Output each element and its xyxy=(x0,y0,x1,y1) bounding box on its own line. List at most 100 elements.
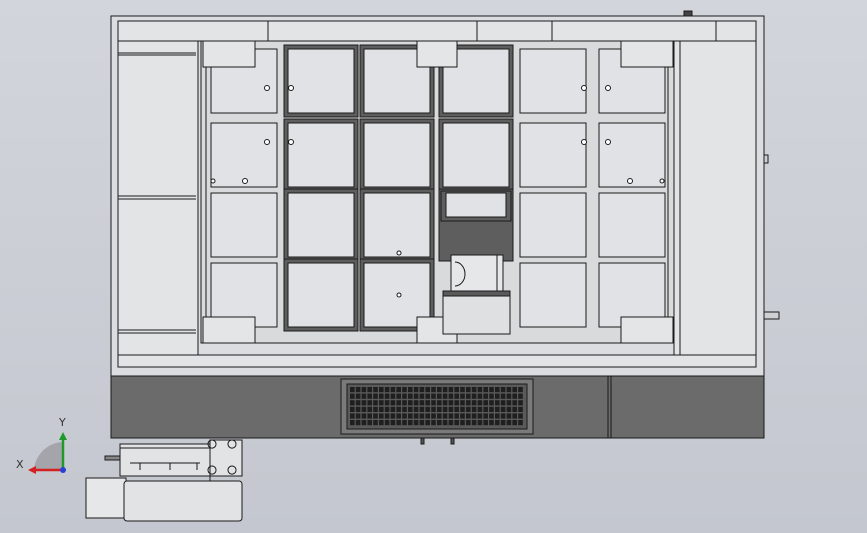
pocket xyxy=(442,122,510,188)
hole xyxy=(627,178,633,184)
grille-slot xyxy=(390,420,396,426)
grille-slot xyxy=(460,413,465,419)
center-module xyxy=(442,254,511,335)
grille-slot xyxy=(460,406,465,412)
grille-slot xyxy=(425,420,430,426)
grille-slot xyxy=(413,413,419,419)
grille-slot xyxy=(350,420,355,426)
grille-slot xyxy=(466,413,471,419)
grille-slot xyxy=(460,420,465,426)
hole xyxy=(396,250,402,256)
grille-slot xyxy=(495,420,500,426)
grille-slot xyxy=(471,400,477,406)
y-axis-label: Y xyxy=(58,416,66,429)
cad-viewport[interactable]: X Y xyxy=(0,0,867,533)
grille-slot xyxy=(350,393,355,399)
grille-slot xyxy=(437,413,442,419)
pocket xyxy=(363,122,431,188)
left-side-channel xyxy=(117,40,199,356)
grille-slot xyxy=(425,413,430,419)
grille-slot xyxy=(379,400,384,406)
grille-slot xyxy=(355,406,361,412)
grille-slot xyxy=(425,393,430,399)
grille-slot xyxy=(431,406,436,412)
grille-slot xyxy=(379,413,384,419)
grille-slot xyxy=(408,413,413,419)
grille-slot xyxy=(367,420,372,426)
grille-slot xyxy=(512,400,517,406)
grille-slot xyxy=(460,393,465,399)
grille-slot xyxy=(448,387,454,393)
grille-slot xyxy=(460,387,465,393)
grille-slot xyxy=(396,393,401,399)
grille-slot xyxy=(402,387,407,393)
hole xyxy=(605,139,611,145)
grille-slot xyxy=(477,393,483,399)
grille-slot xyxy=(355,420,361,426)
triad-shadow xyxy=(34,441,64,470)
clamp-tab xyxy=(202,40,256,68)
grille-slot xyxy=(471,393,477,399)
pocket xyxy=(210,122,278,188)
grille-slot xyxy=(518,406,523,412)
grille-slot xyxy=(402,413,407,419)
grille-slot xyxy=(500,420,506,426)
grille-slot xyxy=(384,406,390,412)
grille-slot xyxy=(373,393,378,399)
grille-slot xyxy=(471,413,477,419)
grille-slot xyxy=(361,413,367,419)
grille-slot xyxy=(379,406,384,412)
pocket xyxy=(287,192,355,258)
grille-slot xyxy=(454,400,459,406)
z-axis-origin xyxy=(60,467,66,473)
grille-slot xyxy=(448,406,454,412)
grille-slot xyxy=(500,406,506,412)
grille-slot xyxy=(437,387,442,393)
grille-slot xyxy=(361,420,367,426)
grille-slot xyxy=(379,420,384,426)
grille-slot xyxy=(413,393,419,399)
grille-slot xyxy=(379,393,384,399)
grille-slot xyxy=(466,406,471,412)
grille-slot xyxy=(477,406,483,412)
grille-slot xyxy=(373,413,378,419)
grille-slot xyxy=(500,393,506,399)
grille-slot xyxy=(419,387,425,393)
pocket xyxy=(598,192,666,258)
grille-slot xyxy=(419,400,425,406)
grille-slot xyxy=(396,406,401,412)
pocket xyxy=(519,192,587,258)
pocket xyxy=(363,192,431,258)
grille-slot xyxy=(483,420,488,426)
grille-slot xyxy=(419,406,425,412)
pocket xyxy=(598,122,666,188)
grille-slot xyxy=(419,420,425,426)
grille-slot xyxy=(390,393,396,399)
grille-slot xyxy=(390,387,396,393)
grille-slot xyxy=(384,413,390,419)
grille-slot xyxy=(454,413,459,419)
grille-slot xyxy=(442,406,448,412)
grille-slot xyxy=(506,393,512,399)
grille-slot xyxy=(408,420,413,426)
grille-slot xyxy=(512,393,517,399)
grille-slot xyxy=(408,400,413,406)
grille-slot xyxy=(518,393,523,399)
clamp-tab xyxy=(620,316,674,344)
grille-slot xyxy=(489,420,494,426)
hole xyxy=(605,85,611,91)
grille-slot xyxy=(495,400,500,406)
grille-slot xyxy=(402,420,407,426)
grille-slot xyxy=(489,406,494,412)
grille-slot xyxy=(384,420,390,426)
grille-slot xyxy=(350,406,355,412)
axis-triad: X Y xyxy=(16,416,67,474)
grille-slot xyxy=(512,387,517,393)
grille-slot xyxy=(477,413,483,419)
grille-slot xyxy=(350,387,355,393)
pocket xyxy=(287,122,355,188)
grille-slot xyxy=(506,406,512,412)
hole xyxy=(242,178,248,184)
detached-assembly xyxy=(85,439,243,522)
grille-slot xyxy=(402,393,407,399)
